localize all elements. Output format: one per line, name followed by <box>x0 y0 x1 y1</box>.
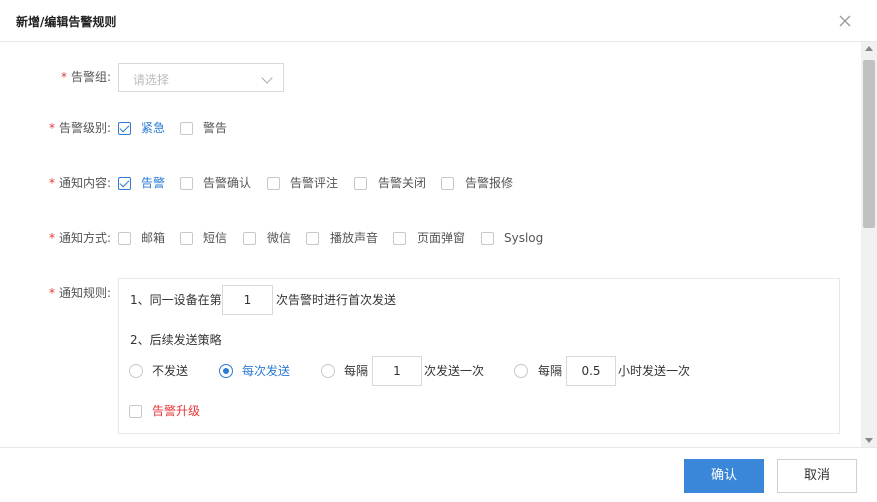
dialog-header: 新增/编辑告警规则 <box>0 0 877 42</box>
scroll-thumb[interactable] <box>863 60 875 228</box>
method-popup-label[interactable]: 页面弹窗 <box>417 231 465 245</box>
dialog-title: 新增/编辑告警规则 <box>16 15 117 29</box>
method-wechat-label[interactable]: 微信 <box>267 231 291 245</box>
group-select-placeholder: 请选择 <box>133 73 170 87</box>
cancel-button[interactable]: 取消 <box>777 459 857 493</box>
content-alarm-checkbox[interactable] <box>118 177 131 190</box>
escalate-label[interactable]: 告警升级 <box>152 404 200 418</box>
close-icon[interactable] <box>836 12 854 30</box>
rule-panel: 1、同一设备在第 1 次告警时进行首次发送 2、后续发送策略 不发送 每次发送 … <box>118 278 840 434</box>
level-warning-checkbox[interactable] <box>180 122 193 135</box>
scrollbar[interactable] <box>861 42 877 447</box>
scroll-down-icon[interactable] <box>865 438 873 443</box>
content-comment-checkbox[interactable] <box>267 177 280 190</box>
method-sms-checkbox[interactable] <box>180 232 193 245</box>
group-label: * 告警组: <box>60 70 111 84</box>
radio-every-hour[interactable] <box>514 364 528 378</box>
method-sound-label[interactable]: 播放声音 <box>330 231 378 245</box>
level-warning-label[interactable]: 警告 <box>203 121 227 135</box>
radio-every-hour-prefix[interactable]: 每隔 <box>538 364 562 378</box>
radio-every-hour-suffix: 小时发送一次 <box>618 364 691 378</box>
chevron-down-icon <box>261 72 273 84</box>
method-syslog-label[interactable]: Syslog <box>504 231 543 245</box>
escalate-checkbox[interactable] <box>129 405 142 418</box>
rule-strategy-title: 2、后续发送策略 <box>130 333 222 347</box>
rule-first-input[interactable]: 1 <box>222 285 273 315</box>
rule-first-prefix: 1、同一设备在第 <box>130 293 222 307</box>
content-repair-checkbox[interactable] <box>441 177 454 190</box>
content-comment-label[interactable]: 告警评注 <box>290 176 338 190</box>
method-sound-checkbox[interactable] <box>306 232 319 245</box>
radio-every-n-suffix: 次发送一次 <box>424 364 485 378</box>
every-n-input[interactable]: 1 <box>372 356 422 386</box>
content-close-checkbox[interactable] <box>354 177 367 190</box>
level-urgent-checkbox[interactable] <box>118 122 131 135</box>
content-confirm-checkbox[interactable] <box>180 177 193 190</box>
rule-label: * 通知规则: <box>48 286 111 300</box>
radio-every-send[interactable] <box>219 364 233 378</box>
every-hour-input[interactable]: 0.5 <box>566 356 616 386</box>
content-repair-label[interactable]: 告警报修 <box>465 176 513 190</box>
scroll-up-icon[interactable] <box>865 46 873 51</box>
method-email-checkbox[interactable] <box>118 232 131 245</box>
content-label: * 通知内容: <box>48 176 111 190</box>
method-popup-checkbox[interactable] <box>393 232 406 245</box>
method-syslog-checkbox[interactable] <box>481 232 494 245</box>
content-alarm-label[interactable]: 告警 <box>141 176 165 190</box>
radio-every-n[interactable] <box>321 364 335 378</box>
level-label: * 告警级别: <box>48 121 111 135</box>
dialog-footer: 确认 取消 <box>0 447 877 502</box>
radio-every-n-prefix[interactable]: 每隔 <box>344 364 368 378</box>
radio-no-send[interactable] <box>129 364 143 378</box>
content-close-label[interactable]: 告警关闭 <box>378 176 426 190</box>
level-urgent-label[interactable]: 紧急 <box>141 121 165 135</box>
confirm-button[interactable]: 确认 <box>684 459 764 493</box>
method-wechat-checkbox[interactable] <box>243 232 256 245</box>
group-select[interactable]: 请选择 <box>118 63 284 92</box>
method-label: * 通知方式: <box>48 231 111 245</box>
radio-no-send-label[interactable]: 不发送 <box>152 364 188 378</box>
method-sms-label[interactable]: 短信 <box>203 231 227 245</box>
rule-first-suffix: 次告警时进行首次发送 <box>276 293 397 307</box>
radio-every-send-label[interactable]: 每次发送 <box>242 364 290 378</box>
content-confirm-label[interactable]: 告警确认 <box>203 176 251 190</box>
method-email-label[interactable]: 邮箱 <box>141 231 165 245</box>
